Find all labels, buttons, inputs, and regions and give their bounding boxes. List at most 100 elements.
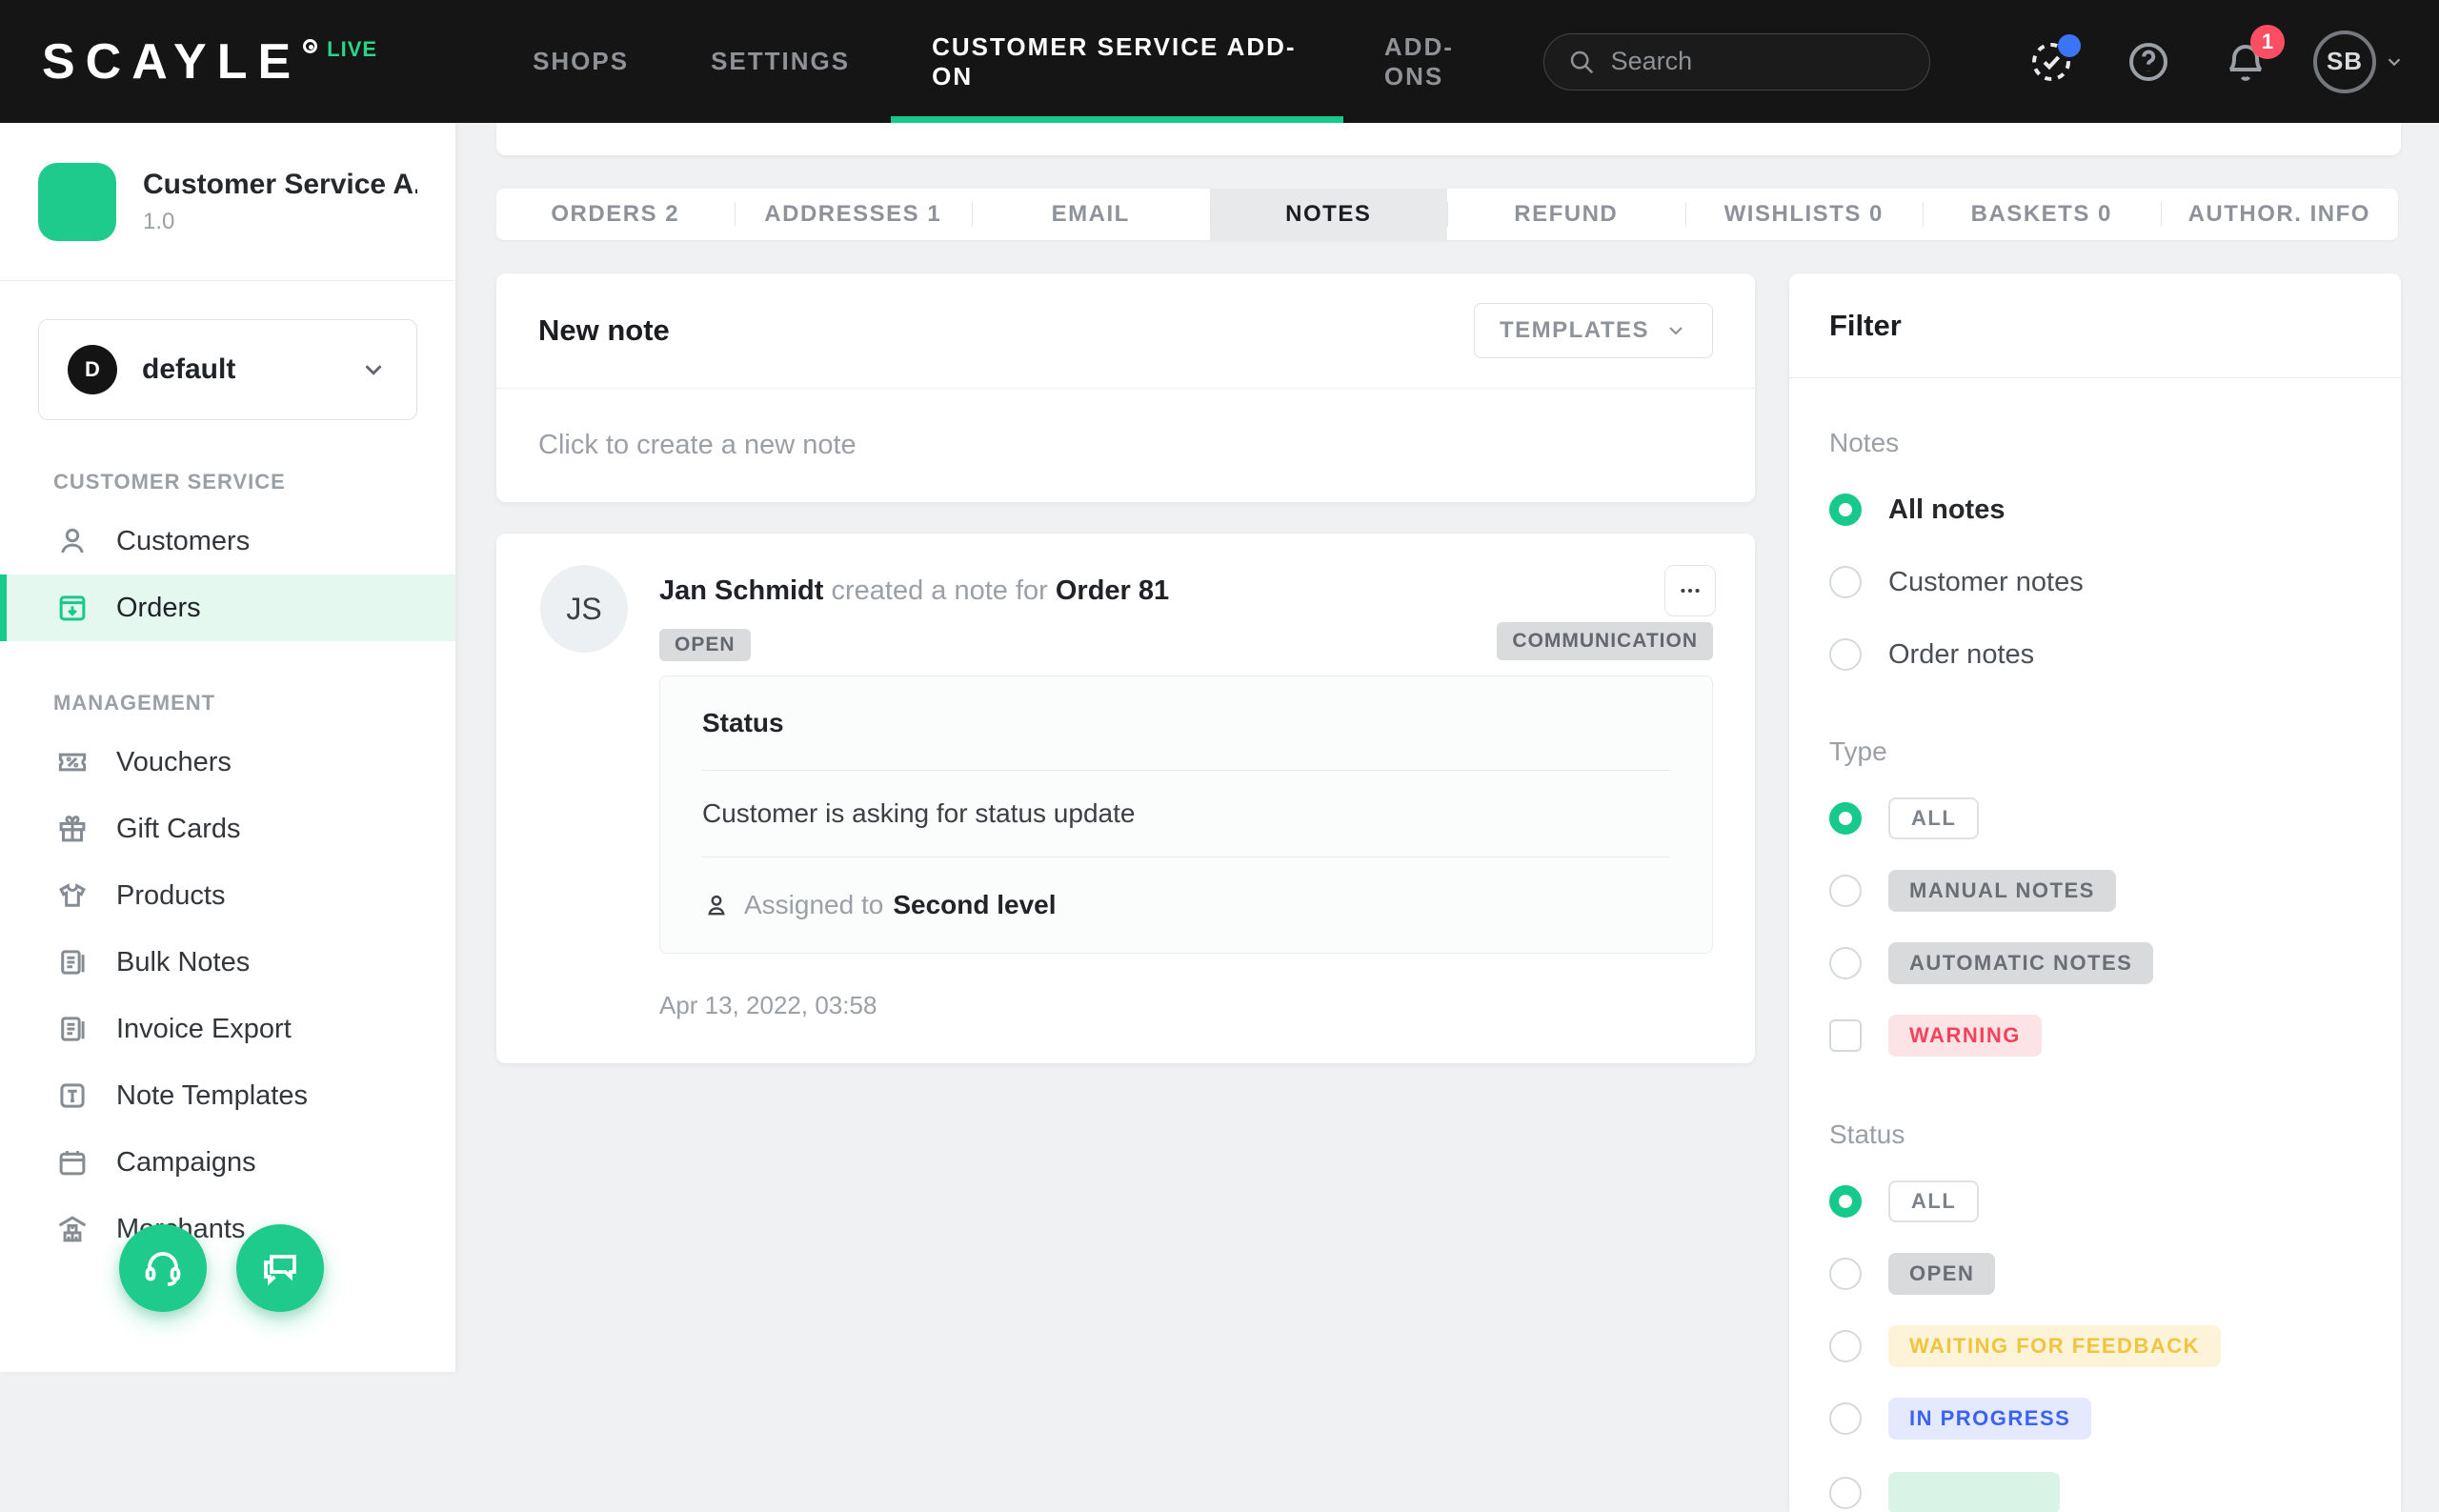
app-info: Customer Service A... 1.0: [0, 123, 455, 281]
shop-avatar: D: [68, 345, 117, 394]
sidebar-item-orders[interactable]: Orders: [0, 575, 455, 641]
tab-addresses[interactable]: ADDRESSES 1: [735, 189, 973, 240]
note-menu-button[interactable]: [1664, 565, 1716, 616]
help-button[interactable]: [2123, 36, 2174, 88]
note-action-text: created a note for: [823, 575, 1055, 606]
tab-orders[interactable]: ORDERS 2: [496, 189, 735, 240]
tasks-notification-dot: [2058, 34, 2081, 57]
ellipsis-icon: [1678, 578, 1703, 603]
filter-option-status-all[interactable]: ALL: [1829, 1180, 2361, 1222]
sidebar-item-label: Vouchers: [116, 747, 232, 778]
sidebar-item-note-templates[interactable]: Note Templates: [0, 1062, 455, 1129]
filter-option-partially-visible[interactable]: [1829, 1472, 2361, 1512]
note-target[interactable]: Order 81: [1056, 575, 1169, 606]
question-circle-icon: [2126, 39, 2171, 85]
tshirt-icon: [53, 877, 91, 914]
tab-author-info[interactable]: AUTHOR. INFO: [2161, 189, 2399, 240]
chat-bubbles-icon: [257, 1245, 303, 1291]
note-assignment-row: Assigned to Second level: [702, 857, 1670, 953]
app-icon: [38, 163, 116, 241]
user-icon: [53, 523, 91, 559]
chat-button[interactable]: [236, 1224, 324, 1312]
filter-group-status-label: Status: [1829, 1119, 2361, 1150]
note-timestamp: Apr 13, 2022, 03:58: [659, 991, 877, 1020]
filter-option-manual-notes[interactable]: MANUAL NOTES: [1829, 870, 2361, 912]
radio-checked-icon: [1829, 1185, 1862, 1218]
order-detail-tabs: ORDERS 2 ADDRESSES 1 EMAIL NOTES REFUND …: [496, 189, 2398, 240]
filter-option-waiting-for-feedback[interactable]: WAITING FOR FEEDBACK: [1829, 1325, 2361, 1367]
nav-item-settings[interactable]: SETTINGS: [670, 0, 891, 123]
notifications-button[interactable]: 1: [2220, 36, 2271, 88]
radio-icon: [1829, 1477, 1862, 1509]
shop-selector[interactable]: D default: [38, 319, 417, 420]
new-note-input[interactable]: Click to create a new note: [496, 389, 1755, 501]
radio-icon: [1829, 638, 1862, 671]
filter-option-warning[interactable]: WARNING: [1829, 1015, 2361, 1057]
sidebar-item-gift-cards[interactable]: Gift Cards: [0, 796, 455, 862]
search-icon: [1567, 48, 1596, 76]
tab-notes[interactable]: NOTES: [1210, 189, 1448, 240]
filter-option-label: All notes: [1888, 494, 2005, 526]
sidebar-item-merchants[interactable]: Merchants: [0, 1196, 455, 1262]
merchant-icon: [53, 1211, 91, 1247]
new-note-title: New note: [538, 313, 1474, 348]
assigned-to-label: Assigned to: [744, 890, 883, 920]
template-icon: [53, 1078, 91, 1114]
tab-baskets[interactable]: BASKETS 0: [1923, 189, 2161, 240]
filter-option-order-notes[interactable]: Order notes: [1829, 634, 2361, 675]
filter-option-automatic-notes[interactable]: AUTOMATIC NOTES: [1829, 942, 2361, 984]
tab-email[interactable]: EMAIL: [972, 189, 1210, 240]
support-button[interactable]: [119, 1224, 207, 1312]
sidebar-item-bulk-notes[interactable]: Bulk Notes: [0, 929, 455, 996]
filter-option-status-open[interactable]: OPEN: [1829, 1253, 2361, 1295]
search-input[interactable]: Search: [1543, 33, 1930, 91]
sidebar-item-label: Gift Cards: [116, 814, 241, 845]
filter-option-badge: ALL: [1888, 797, 1979, 839]
filter-option-type-all[interactable]: ALL: [1829, 797, 2361, 839]
headset-icon: [140, 1245, 186, 1291]
tab-refund[interactable]: REFUND: [1447, 189, 1685, 240]
radio-checked-icon: [1829, 802, 1862, 835]
nav-item-customer-service-add-on[interactable]: CUSTOMER SERVICE ADD-ON: [891, 0, 1343, 123]
assignee-name: Second level: [893, 890, 1056, 920]
radio-icon: [1829, 875, 1862, 907]
filter-option-badge: IN PROGRESS: [1888, 1398, 2091, 1440]
order-box-icon: [53, 590, 91, 626]
sidebar-item-products[interactable]: Products: [0, 862, 455, 929]
shop-selector-label: default: [142, 353, 359, 386]
filter-option-all-notes[interactable]: All notes: [1829, 489, 2361, 531]
user-icon: [702, 891, 731, 919]
live-badge: LIVE: [327, 37, 377, 62]
filter-option-label: Customer notes: [1888, 567, 2084, 598]
sidebar-item-label: Campaigns: [116, 1147, 256, 1179]
tab-wishlists[interactable]: WISHLISTS 0: [1685, 189, 1924, 240]
scayle-logo[interactable]: SCAYLE LIVE: [42, 37, 377, 87]
sidebar-item-label: Customers: [116, 526, 250, 557]
avatar-initials: JS: [566, 592, 601, 627]
sidebar-item-label: Bulk Notes: [116, 947, 250, 978]
sidebar-item-invoice-export[interactable]: Invoice Export: [0, 996, 455, 1062]
tasks-button[interactable]: [2026, 36, 2077, 88]
filter-option-in-progress[interactable]: IN PROGRESS: [1829, 1398, 2361, 1440]
scrolled-card-edge: [496, 123, 2401, 155]
filter-option-badge: ALL: [1888, 1180, 1979, 1222]
filter-option-customer-notes[interactable]: Customer notes: [1829, 561, 2361, 603]
new-note-card: New note TEMPLATES Click to create a new…: [496, 273, 1755, 502]
nav-item-add-ons[interactable]: ADD-ONS: [1343, 0, 1543, 123]
note-author: Jan Schmidt: [659, 575, 823, 606]
user-avatar[interactable]: SB: [2313, 30, 2376, 93]
sidebar: Customer Service A... 1.0 D default CUST…: [0, 123, 455, 1372]
note-author-avatar: JS: [540, 565, 628, 653]
templates-button-label: TEMPLATES: [1500, 317, 1649, 344]
radio-icon: [1829, 1402, 1862, 1435]
nav-item-shops[interactable]: SHOPS: [492, 0, 670, 123]
sidebar-item-label: Note Templates: [116, 1080, 308, 1112]
filter-panel: Filter Notes All notes Customer notes Or…: [1789, 273, 2401, 1512]
calendar-icon: [53, 1144, 91, 1180]
sidebar-item-campaigns[interactable]: Campaigns: [0, 1129, 455, 1196]
sidebar-item-customers[interactable]: Customers: [0, 508, 455, 575]
templates-dropdown-button[interactable]: TEMPLATES: [1474, 303, 1713, 358]
sidebar-item-vouchers[interactable]: Vouchers: [0, 729, 455, 796]
avatar-chevron-down-icon[interactable]: [2384, 51, 2405, 72]
filter-option-badge: [1888, 1472, 2060, 1512]
